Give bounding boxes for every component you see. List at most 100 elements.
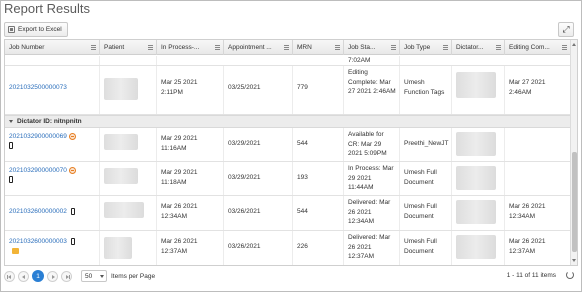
cell-appointment: 03/29/2021 [224,128,293,161]
previous-page-button[interactable] [18,270,29,282]
page-size-select[interactable]: 50 [81,270,107,282]
column-header-mrn[interactable]: MRN [293,40,344,55]
expand-button[interactable]: ⤢ [558,22,574,37]
column-header-appointment[interactable]: Appointment ... [224,40,293,55]
column-header-job-status[interactable]: Job Sta... [344,40,400,55]
cell-editing-complete [505,162,571,195]
cell-editing-complete [505,128,571,161]
column-menu-icon[interactable] [215,44,220,51]
table-row[interactable]: 2021032600000003 Mar 26 2021 12:37AM 03/… [5,231,571,265]
patient-name-redacted [104,168,138,184]
dictator-redacted [456,235,496,259]
job-number-link[interactable]: 2021032900000070 [9,167,67,174]
mobile-device-icon [70,237,75,245]
last-page-button[interactable] [61,270,72,282]
cell-dictator [452,231,505,265]
cell-in-process: Mar 29 2021 11:16AM [157,128,224,161]
export-to-excel-button[interactable]: Export to Excel [4,22,68,37]
cell-patient [100,66,157,114]
table-row[interactable]: 2021032500000073 Mar 25 2021 2:11PM 03/2… [5,66,571,115]
scroll-thumb[interactable] [572,152,577,252]
next-page-button[interactable] [47,270,58,282]
column-label: Patient [104,44,125,51]
cell-status: Delivered: Mar 26 2021 12:34AM [344,196,400,230]
page-size-value: 50 [85,272,93,280]
column-menu-icon[interactable] [148,44,153,51]
scroll-up-icon[interactable] [572,43,576,46]
group-label: Dictator ID: nitnpnitn [17,118,82,125]
cell-patient [100,128,157,161]
chevron-down-icon [100,275,104,278]
scroll-down-icon[interactable] [572,259,576,262]
dictator-redacted [456,132,496,156]
in-progress-icon [68,132,76,140]
cell-mrn: 544 [293,196,344,230]
cell-appointment: 03/29/2021 [224,162,293,195]
cell-dictator [452,162,505,195]
dictator-redacted [456,200,496,224]
cell-in-process: Mar 29 2021 11:18AM [157,162,224,195]
column-label: Editing Com... [509,44,550,51]
column-menu-icon[interactable] [443,44,448,51]
grid-body: 7:02AM 2021032500000073 Mar 25 2021 2:11… [5,56,571,265]
column-menu-icon[interactable] [335,44,340,51]
job-number-link[interactable]: 2021032600000002 [9,208,67,215]
page-number-button[interactable]: 1 [32,270,44,282]
cell-patient [100,231,157,265]
column-menu-icon[interactable] [562,44,567,51]
cell-patient [100,162,157,195]
column-menu-icon[interactable] [496,44,501,51]
table-row[interactable]: 7:02AM [5,56,571,66]
column-header-in-process[interactable]: In Process-... [157,40,224,55]
patient-name-redacted [104,78,138,100]
cell-job-number [5,56,100,65]
cell-mrn: 193 [293,162,344,195]
cell-dictator [452,66,505,114]
column-header-job-type[interactable]: Job Type [400,40,452,55]
patient-name-redacted [104,237,132,259]
column-label: Job Number [9,44,45,51]
excel-icon [8,26,15,33]
dictator-redacted [456,166,496,190]
column-menu-icon[interactable] [91,44,96,51]
mobile-device-icon [9,176,13,184]
results-grid: Job Number Patient In Process-... Appoin… [4,39,578,266]
column-menu-icon[interactable] [391,44,396,51]
collapse-triangle-icon[interactable] [9,120,13,123]
cell-appointment: 03/26/2021 [224,231,293,265]
group-header-dictator[interactable]: Dictator ID: nitnpnitn [5,115,571,128]
column-label: Job Type [404,44,431,51]
table-row[interactable]: 2021032900000069 Mar 29 2021 11:16AM 03/… [5,128,571,162]
cell-job-number: 2021032500000073 [5,66,100,114]
table-row[interactable]: 2021032600000002 Mar 26 2021 12:34AM 03/… [5,196,571,231]
refresh-icon[interactable] [566,271,574,279]
column-label: In Process-... [161,44,200,51]
column-menu-icon[interactable] [284,44,289,51]
job-number-link[interactable]: 2021032500000073 [9,84,67,91]
pager-info: 1 - 11 of 11 items [506,272,556,279]
column-header-dictator[interactable]: Dictator... [452,40,505,55]
cell-editing-complete: Mar 26 2021 12:37AM [505,231,571,265]
column-header-patient[interactable]: Patient [100,40,157,55]
job-number-link[interactable]: 2021032600000003 [9,238,67,245]
column-label: Dictator... [456,44,484,51]
job-number-link[interactable]: 2021032900000069 [9,133,67,140]
cell-mrn: 226 [293,231,344,265]
first-page-button[interactable] [4,270,15,282]
cell-in-process: Mar 25 2021 2:11PM [157,66,224,114]
cell-status: Available for CR: Mar 29 2021 5:09PM [344,128,400,161]
cell-mrn: 544 [293,128,344,161]
vertical-scrollbar[interactable] [570,40,577,265]
table-row[interactable]: 2021032900000070 Mar 29 2021 11:18AM 03/… [5,162,571,196]
mobile-device-icon [9,142,13,150]
column-header-job-number[interactable]: Job Number [5,40,100,55]
column-label: MRN [297,44,312,51]
toolbar: Export to Excel ⤢ [4,22,578,38]
cell-status: 7:02AM [344,56,400,65]
cell-job-type: Umesh Full Document [400,196,452,230]
patient-name-redacted [104,134,138,150]
items-per-page-label: Items per Page [111,272,156,280]
cell-editing-complete: Mar 26 2021 12:34AM [505,196,571,230]
column-header-editing-complete[interactable]: Editing Com... [505,40,571,55]
column-label: Job Sta... [348,44,376,51]
